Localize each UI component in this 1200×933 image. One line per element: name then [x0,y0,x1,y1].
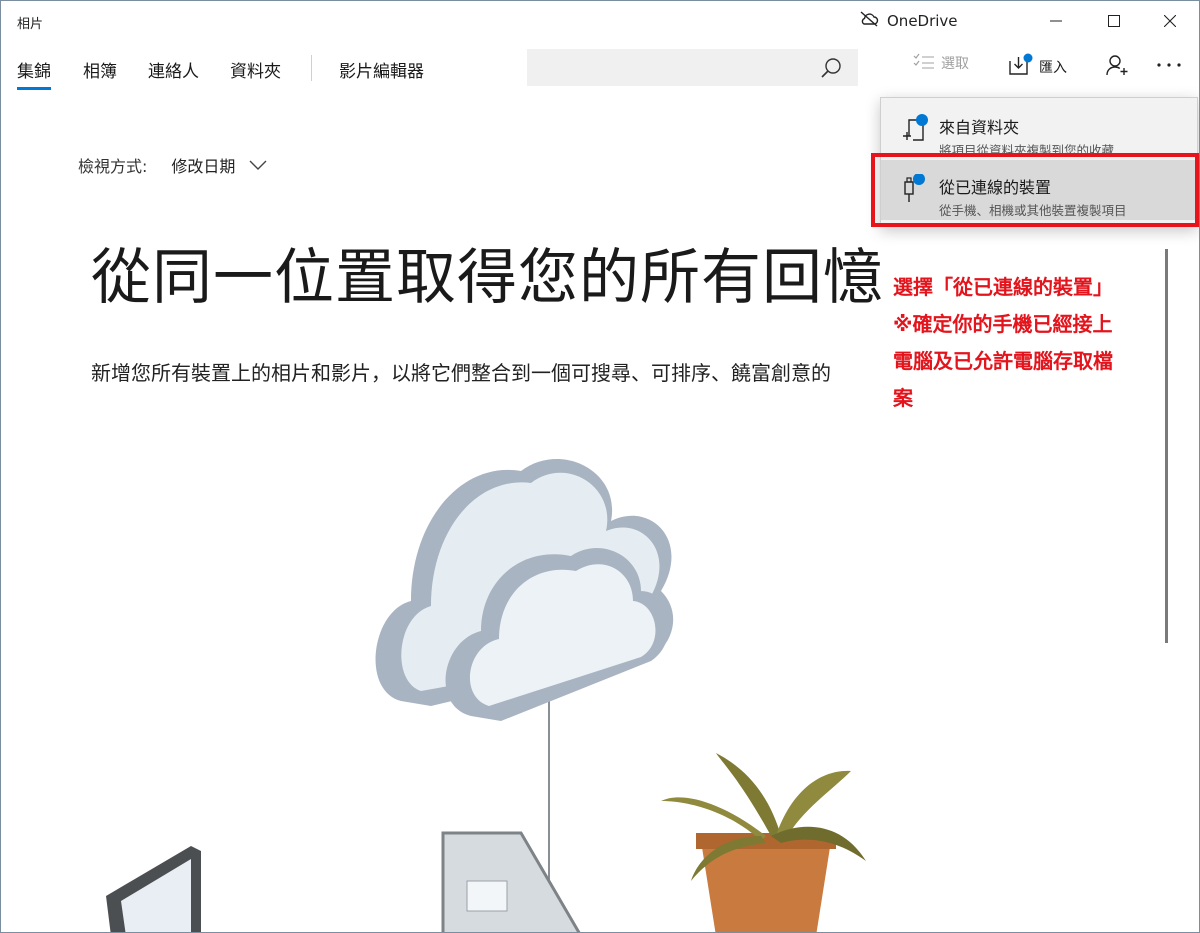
select-button[interactable]: 選取 [913,53,969,73]
laptop-shape [441,831,581,932]
maximize-icon [1108,15,1120,27]
cloud-offline-icon [859,11,879,31]
close-icon [1164,15,1176,27]
clouds-illustration [106,459,866,932]
import-button[interactable]: 匯入 [1007,53,1067,81]
chevron-down-icon[interactable] [249,156,267,175]
checklist-icon [913,53,935,73]
photos-window: 相片 OneDrive 集錦 相簿 連絡人 資料夾 影片編輯器 選取 匯入 檢視… [0,0,1200,933]
tab-albums[interactable]: 相簿 [83,57,117,82]
annotation-line: 電腦及已允許電腦存取檔 [893,349,1113,373]
annotation-line: ※確定你的手機已經接上 [893,312,1113,336]
nav-divider [311,55,312,81]
nav-bar: 集錦 相簿 連絡人 資料夾 影片編輯器 選取 匯入 [1,45,1199,91]
app-title: 相片 [17,17,44,32]
view-by-value[interactable]: 修改日期 [171,153,235,177]
annotation-highlight-box [871,153,1199,227]
folder-import-icon [901,114,931,148]
search-box[interactable] [527,49,858,86]
import-icon [1007,53,1033,81]
minimize-icon [1050,20,1062,22]
onedrive-label: OneDrive [887,12,958,30]
add-person-button[interactable] [1105,53,1129,81]
annotation-line: 選擇「從已連線的裝置」 [893,275,1113,299]
tab-collection[interactable]: 集錦 [17,57,51,90]
more-icon [1156,53,1182,77]
page-description: 新增您所有裝置上的相片和影片，以將它們整合到一個可搜尋、可排序、饒富創意的 [91,361,831,385]
page-headline: 從同一位置取得您的所有回憶 [91,243,884,313]
menu-item-title: 來自資料夾 [939,118,1020,137]
tab-people[interactable]: 連絡人 [148,57,199,82]
menu-item-from-folder[interactable]: 來自資料夾 將項目從資料夾複製到您的收藏 [881,100,1197,160]
plant-shape [661,753,866,932]
view-by-label: 檢視方式: [78,157,148,176]
phone-shape [106,846,201,932]
maximize-button[interactable] [1085,1,1143,41]
tab-folders[interactable]: 資料夾 [230,57,281,82]
search-icon[interactable] [820,57,842,83]
more-options-button[interactable] [1156,53,1182,77]
onedrive-status[interactable]: OneDrive [859,11,958,31]
scrollbar[interactable] [1165,249,1168,643]
import-label: 匯入 [1039,60,1067,76]
title-bar: 相片 OneDrive [1,1,1199,41]
annotation-text: 選擇「從已連線的裝置」 ※確定你的手機已經接上 電腦及已允許電腦存取檔 案 [893,269,1155,417]
add-person-icon [1105,53,1129,81]
tab-video-editor[interactable]: 影片編輯器 [339,57,424,82]
select-label: 選取 [941,56,969,72]
close-button[interactable] [1141,1,1199,41]
search-input[interactable] [527,49,827,84]
view-by-selector[interactable]: 檢視方式: 修改日期 [78,153,267,177]
annotation-line: 案 [893,386,913,410]
minimize-button[interactable] [1027,1,1085,41]
